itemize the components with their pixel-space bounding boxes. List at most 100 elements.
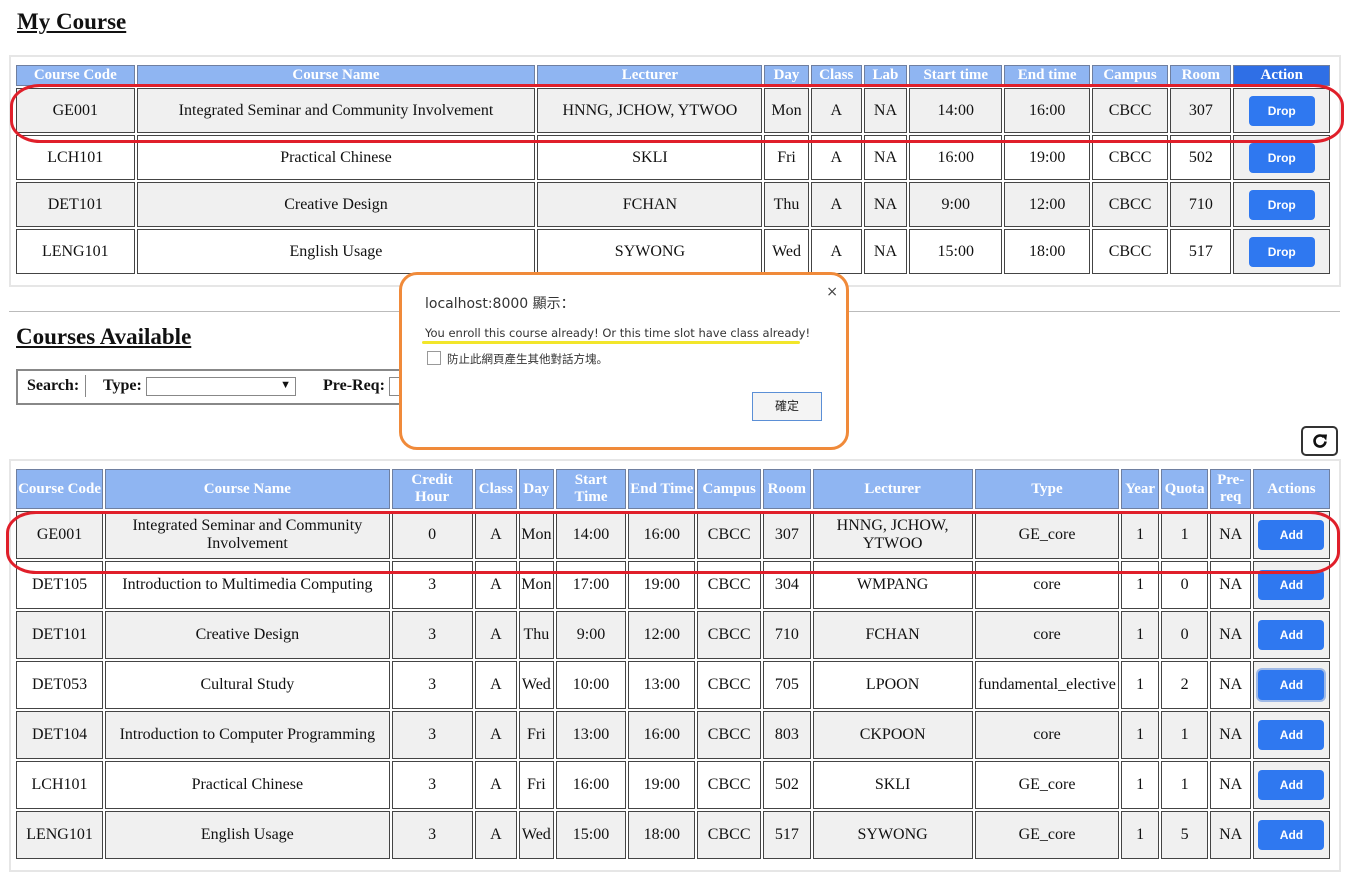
my-course-cell-day: Fri — [764, 135, 809, 180]
add-button[interactable]: Add — [1258, 820, 1325, 850]
available-cell-campus: CBCC — [697, 761, 762, 809]
close-icon[interactable]: × — [826, 284, 838, 300]
available-cell-quota: 1 — [1160, 711, 1209, 759]
my-course-col-header: Class — [810, 65, 862, 86]
available-col-header: Room — [763, 469, 811, 509]
available-cell-code: DET104 — [16, 711, 104, 759]
available-col-header: Lecturer — [812, 469, 973, 509]
available-cell-lecturer: SKLI — [812, 761, 973, 809]
available-col-header: Quota — [1160, 469, 1209, 509]
my-course-cell-start: 15:00 — [909, 229, 1003, 274]
my-course-cell-end: 12:00 — [1004, 182, 1090, 227]
add-button[interactable]: Add — [1258, 520, 1325, 550]
available-cell-start: 10:00 — [555, 661, 627, 709]
drop-button[interactable]: Drop — [1248, 189, 1315, 220]
add-button[interactable]: Add — [1258, 770, 1325, 800]
available-cell-end: 16:00 — [628, 511, 696, 559]
available-cell-code: GE001 — [16, 511, 104, 559]
available-cell-year: 1 — [1121, 711, 1159, 759]
suppress-dialogs-checkbox[interactable] — [427, 351, 441, 365]
available-cell-room: 710 — [763, 611, 811, 659]
add-button[interactable]: Add — [1258, 670, 1325, 700]
my-course-cell-start: 9:00 — [909, 182, 1003, 227]
available-cell-class: A — [474, 661, 518, 709]
available-cell-prereq: NA — [1210, 661, 1251, 709]
my-course-cell-end: 18:00 — [1004, 229, 1090, 274]
search-label: Search: — [27, 377, 80, 394]
drop-button[interactable]: Drop — [1248, 236, 1315, 267]
available-cell-type: GE_core — [974, 811, 1120, 859]
available-cell-start: 9:00 — [555, 611, 627, 659]
available-action-cell: Add — [1252, 611, 1330, 659]
my-course-cell-end: 19:00 — [1004, 135, 1090, 180]
type-select[interactable]: ▼ — [146, 377, 296, 396]
available-cell-name: Practical Chinese — [105, 761, 390, 809]
available-cell-day: Mon — [519, 561, 554, 609]
available-col-header: Year — [1121, 469, 1159, 509]
available-cell-day: Wed — [519, 811, 554, 859]
available-col-header: Credit Hour — [391, 469, 473, 509]
available-cell-prereq: NA — [1210, 711, 1251, 759]
available-cell-type: core — [974, 711, 1120, 759]
refresh-button[interactable] — [1301, 426, 1338, 456]
available-row: DET053 Cultural Study 3 A Wed 10:00 13:00 CBCC 7… — [16, 661, 1330, 709]
my-course-cell-code: GE001 — [16, 88, 135, 133]
my-course-cell-room: 710 — [1170, 182, 1232, 227]
add-button[interactable]: Add — [1258, 720, 1325, 750]
my-course-cell-day: Mon — [764, 88, 809, 133]
my-course-row: LCH101 Practical Chinese SKLI Fri A NA 16:00 19… — [16, 135, 1330, 180]
available-cell-name: Creative Design — [105, 611, 390, 659]
available-cell-lecturer: CKPOON — [812, 711, 973, 759]
search-bar: Search: Type: ▼ Pre-Req: — [16, 369, 402, 405]
available-row: DET105 Introduction to Multimedia Computi… — [16, 561, 1330, 609]
my-course-cell-name: English Usage — [136, 229, 536, 274]
available-cell-end: 19:00 — [628, 761, 696, 809]
available-cell-code: LENG101 — [16, 811, 104, 859]
my-course-col-header: Start time — [909, 65, 1003, 86]
my-course-cell-room: 517 — [1170, 229, 1232, 274]
available-cell-room: 307 — [763, 511, 811, 559]
my-course-cell-lecturer: SYWONG — [537, 229, 763, 274]
available-cell-start: 17:00 — [555, 561, 627, 609]
my-course-col-header: Room — [1170, 65, 1232, 86]
available-cell-room: 517 — [763, 811, 811, 859]
available-cell-start: 15:00 — [555, 811, 627, 859]
my-course-cell-code: LCH101 — [16, 135, 135, 180]
search-divider — [85, 375, 86, 397]
my-course-cell-lecturer: SKLI — [537, 135, 763, 180]
dialog-ok-button[interactable]: 確定 — [752, 392, 822, 421]
available-cell-code: LCH101 — [16, 761, 104, 809]
available-cell-room: 304 — [763, 561, 811, 609]
available-action-cell: Add — [1252, 661, 1330, 709]
available-row: GE001 Integrated Seminar and Community In… — [16, 511, 1330, 559]
my-course-cell-lab: NA — [863, 229, 908, 274]
my-course-cell-class: A — [810, 182, 862, 227]
my-course-cell-day: Wed — [764, 229, 809, 274]
available-cell-day: Mon — [519, 511, 554, 559]
drop-button[interactable]: Drop — [1248, 142, 1315, 173]
available-col-header: End Time — [628, 469, 696, 509]
drop-button[interactable]: Drop — [1248, 95, 1315, 126]
my-course-cell-name: Creative Design — [136, 182, 536, 227]
my-course-cell-name: Integrated Seminar and Community Involve… — [136, 88, 536, 133]
available-cell-class: A — [474, 611, 518, 659]
available-cell-year: 1 — [1121, 561, 1159, 609]
available-cell-credit: 0 — [391, 511, 473, 559]
my-course-cell-class: A — [810, 135, 862, 180]
my-course-cell-day: Thu — [764, 182, 809, 227]
available-col-header: Pre-req — [1210, 469, 1251, 509]
available-cell-quota: 2 — [1160, 661, 1209, 709]
add-button[interactable]: Add — [1258, 620, 1325, 650]
available-action-cell: Add — [1252, 561, 1330, 609]
courses-available-table: Course Code Course Name Credit Hour Class Da… — [14, 467, 1332, 861]
available-row: LENG101 English Usage 3 A Wed 15:00 18:00 CBCC 5… — [16, 811, 1330, 859]
my-course-row: DET101 Creative Design FCHAN Thu A NA 9:00 12:0… — [16, 182, 1330, 227]
courses-available-heading: Courses Available — [16, 324, 192, 349]
dialog-message: You enroll this course already! Or this … — [425, 326, 811, 340]
available-cell-class: A — [474, 561, 518, 609]
my-course-cell-lecturer: FCHAN — [537, 182, 763, 227]
available-col-header: Actions — [1252, 469, 1330, 509]
my-course-action-cell: Drop — [1233, 135, 1330, 180]
add-button[interactable]: Add — [1258, 570, 1325, 600]
available-cell-credit: 3 — [391, 611, 473, 659]
